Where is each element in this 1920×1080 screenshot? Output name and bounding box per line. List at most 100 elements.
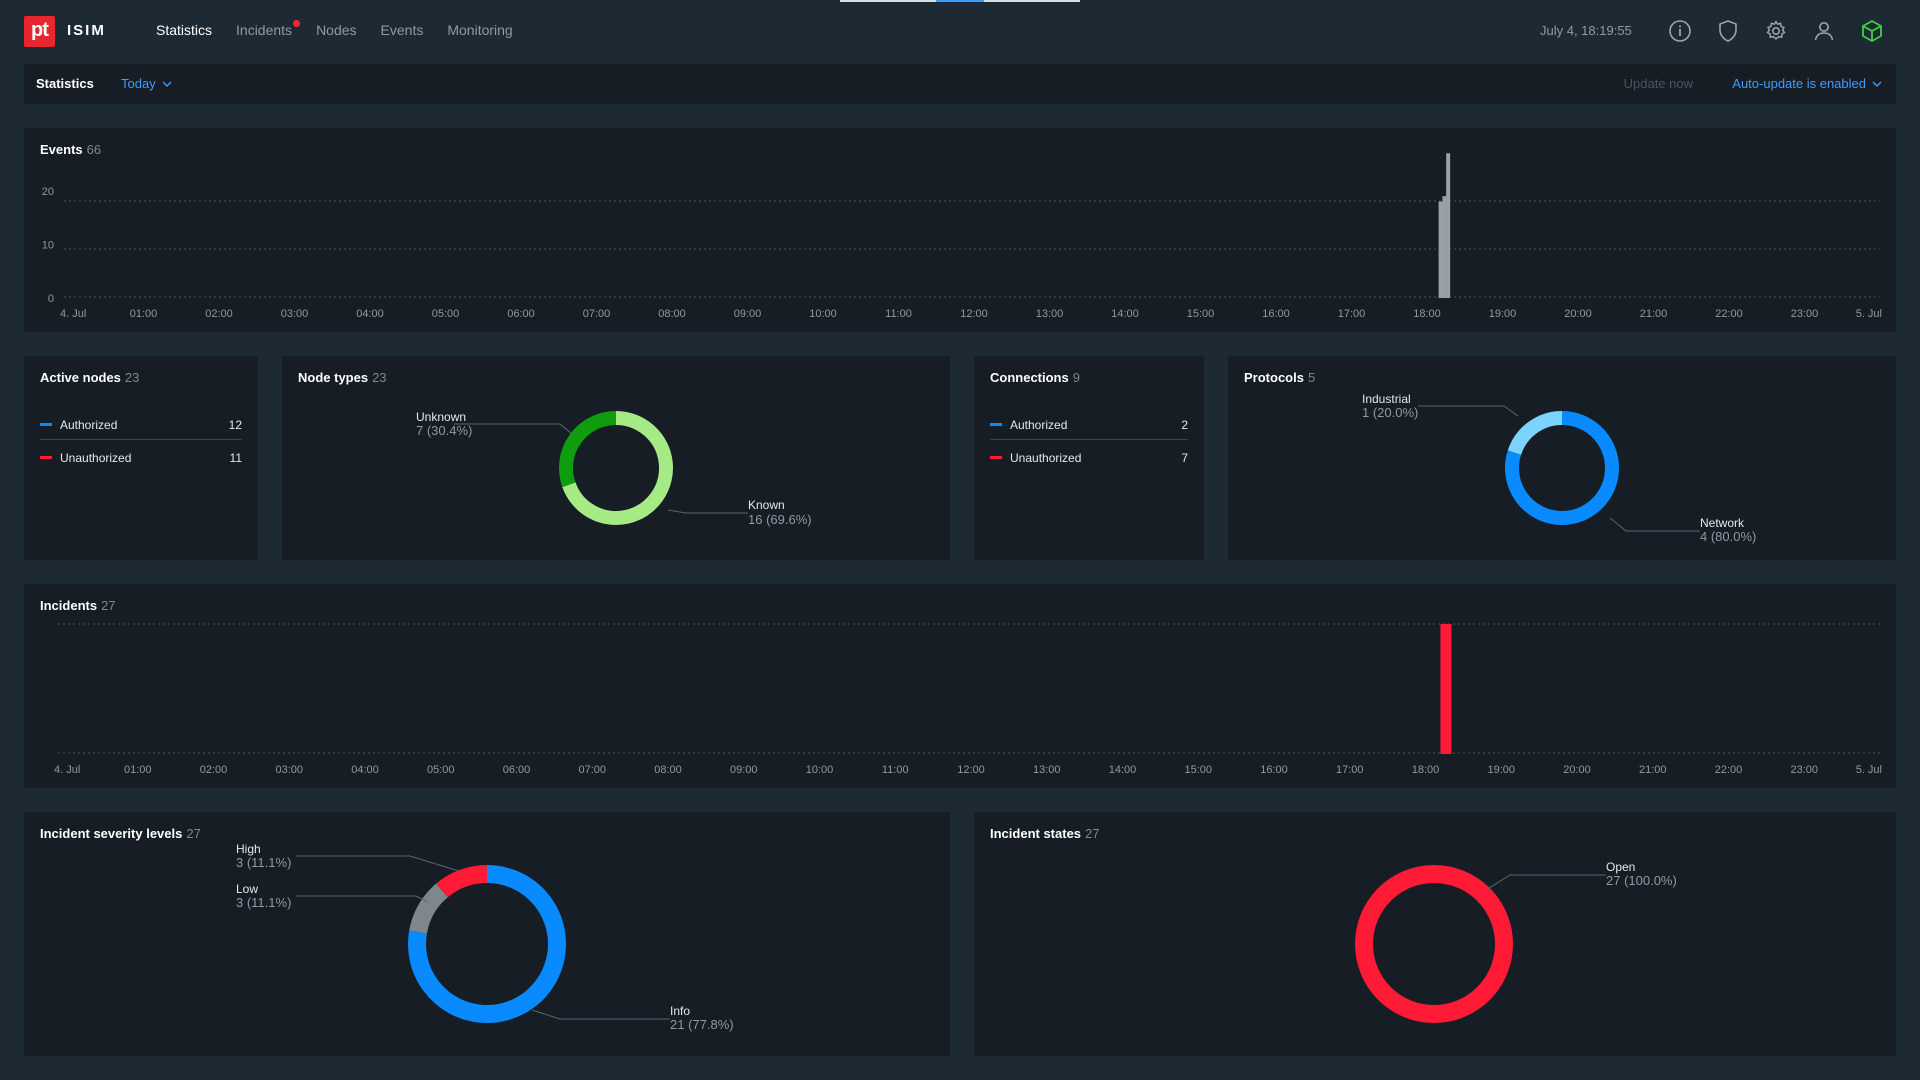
x-tick-label: 08:00 xyxy=(654,764,682,776)
x-tick-label: 10:00 xyxy=(806,764,834,776)
legend-value: 7 xyxy=(1181,451,1188,465)
chevron-down-icon xyxy=(1872,81,1882,87)
x-tick-label: 09:00 xyxy=(730,764,758,776)
shield-icon[interactable] xyxy=(1715,18,1741,44)
chart-bar xyxy=(1446,153,1451,298)
x-tick-label: 08:00 xyxy=(658,308,686,320)
legend-swatch-red xyxy=(40,456,52,459)
states-donut: Open 27 (100.0%) xyxy=(1355,860,1677,1023)
x-tick-label: 13:00 xyxy=(1036,308,1064,320)
leader-line-known xyxy=(667,509,748,514)
industrial-label: Industrial xyxy=(1362,392,1411,406)
info-label: Info xyxy=(670,1004,690,1018)
incidents-chart: 4. Jul 01:00 02:00 03:00 04:00 05:00 06:00 07:0… xyxy=(54,623,1882,776)
update-now-button[interactable]: Update now xyxy=(1624,76,1693,91)
x-tick-label: 02:00 xyxy=(205,308,233,320)
legend-value: 12 xyxy=(228,418,242,432)
legend-row-authorized: Authorized 2 xyxy=(990,410,1188,440)
x-tick-label: 04:00 xyxy=(351,764,379,776)
leader-line-network xyxy=(1609,517,1700,532)
incidents-panel: Incidents 27 4. Jul 01:00 02:00 03:00 04:00 05… xyxy=(24,584,1896,788)
x-tick-label: 09:00 xyxy=(734,308,762,320)
loading-stripe-right xyxy=(984,0,1080,2)
protocols-panel: Protocols 5 Industrial 1 (20.0%) Network … xyxy=(1228,356,1896,560)
legend-value: 2 xyxy=(1181,418,1188,432)
donut-segments xyxy=(1355,865,1513,1023)
nav-events[interactable]: Events xyxy=(381,22,424,38)
legend-label: Authorized xyxy=(60,418,118,432)
donut-segment-industrial xyxy=(1507,411,1563,456)
loading-stripe-active xyxy=(936,0,984,2)
x-tick-label: 05:00 xyxy=(432,308,460,320)
industrial-value: 1 (20.0%) xyxy=(1362,405,1418,420)
legend-label: Unauthorized xyxy=(1010,451,1082,465)
auto-update-dropdown[interactable]: Auto-update is enabled xyxy=(1732,76,1882,91)
known-value: 16 (69.6%) xyxy=(748,512,812,527)
active-nodes-count: 23 xyxy=(124,370,140,385)
x-tick-label: 4. Jul xyxy=(60,308,86,320)
nav-statistics[interactable]: Statistics xyxy=(156,22,212,38)
x-tick-label: 21:00 xyxy=(1640,308,1668,320)
x-tick-label: 18:00 xyxy=(1413,308,1441,320)
donut-segments xyxy=(559,411,673,525)
severity-panel: Incident severity levels 27 High 3 (11.1%… xyxy=(24,812,950,1056)
x-tick-label: 01:00 xyxy=(124,764,152,776)
x-tick-label: 18:00 xyxy=(1412,764,1440,776)
low-label: Low xyxy=(236,882,258,896)
x-tick-label: 15:00 xyxy=(1187,308,1215,320)
x-tick-label: 16:00 xyxy=(1260,764,1288,776)
x-tick-label: 10:00 xyxy=(809,308,837,320)
active-nodes-title-text: Active nodes xyxy=(40,370,121,385)
nav-incidents[interactable]: Incidents xyxy=(236,20,301,38)
legend-value: 11 xyxy=(229,451,242,465)
donut-segment-open xyxy=(1355,865,1513,1023)
nav-nodes[interactable]: Nodes xyxy=(316,22,356,38)
severity-donut: High 3 (11.1%) Low 3 (11.1%) Info 21 (77… xyxy=(236,842,734,1032)
active-nodes-panel: Active nodes 23 Authorized 12 Unauthorize… xyxy=(24,356,258,560)
x-tick-label: 06:00 xyxy=(503,764,531,776)
unknown-label: Unknown xyxy=(416,410,466,424)
nav-monitoring[interactable]: Monitoring xyxy=(447,22,512,38)
connections-title: Connections 9 xyxy=(990,370,1080,385)
x-tick-label: 17:00 xyxy=(1338,308,1366,320)
legend-row-unauthorized: Unauthorized 11 xyxy=(40,443,242,473)
leader-line-open xyxy=(1485,874,1606,891)
incidents-notification-dot xyxy=(293,20,301,27)
gear-icon[interactable] xyxy=(1763,18,1789,44)
cube-icon[interactable] xyxy=(1859,18,1885,44)
donut-segments xyxy=(408,865,566,1023)
node-types-donut: Unknown 7 (30.4%) Known 16 (69.6%) xyxy=(416,410,812,527)
x-tick-label: 19:00 xyxy=(1489,308,1517,320)
connections-count: 9 xyxy=(1072,370,1080,385)
x-tick-label: 23:00 xyxy=(1791,308,1819,320)
top-navigation-bar: pt ISIM Statistics Incidents Nodes Event… xyxy=(0,0,1920,62)
current-datetime: July 4, 18:19:55 xyxy=(1540,23,1632,38)
x-tick-label: 23:00 xyxy=(1790,764,1818,776)
x-tick-label: 16:00 xyxy=(1262,308,1290,320)
chart-bar xyxy=(1440,624,1452,754)
x-tick-label: 22:00 xyxy=(1715,764,1743,776)
x-tick-label: 11:00 xyxy=(882,764,909,776)
donut-segment-high xyxy=(436,865,488,898)
x-tick-label: 01:00 xyxy=(130,308,158,320)
chevron-down-icon xyxy=(162,81,172,87)
known-label: Known xyxy=(748,498,785,512)
active-nodes-title: Active nodes 23 xyxy=(40,370,139,385)
toolbar-title: Statistics xyxy=(36,76,94,91)
open-label: Open xyxy=(1606,860,1635,874)
y-tick-label: 0 xyxy=(48,293,54,305)
legend-label: Authorized xyxy=(1010,418,1068,432)
x-tick-label: 07:00 xyxy=(583,308,611,320)
x-tick-label: 03:00 xyxy=(281,308,309,320)
x-tick-label: 14:00 xyxy=(1111,308,1139,320)
x-tick-label: 21:00 xyxy=(1639,764,1667,776)
legend-swatch-blue xyxy=(40,423,52,426)
user-icon[interactable] xyxy=(1811,18,1837,44)
pt-logo[interactable]: pt xyxy=(24,16,55,47)
info-icon[interactable] xyxy=(1667,18,1693,44)
x-tick-label: 5. Jul xyxy=(1856,308,1882,320)
connections-title-text: Connections xyxy=(990,370,1069,385)
unknown-value: 7 (30.4%) xyxy=(416,423,472,438)
x-tick-label: 13:00 xyxy=(1033,764,1061,776)
period-dropdown[interactable]: Today xyxy=(121,76,172,91)
